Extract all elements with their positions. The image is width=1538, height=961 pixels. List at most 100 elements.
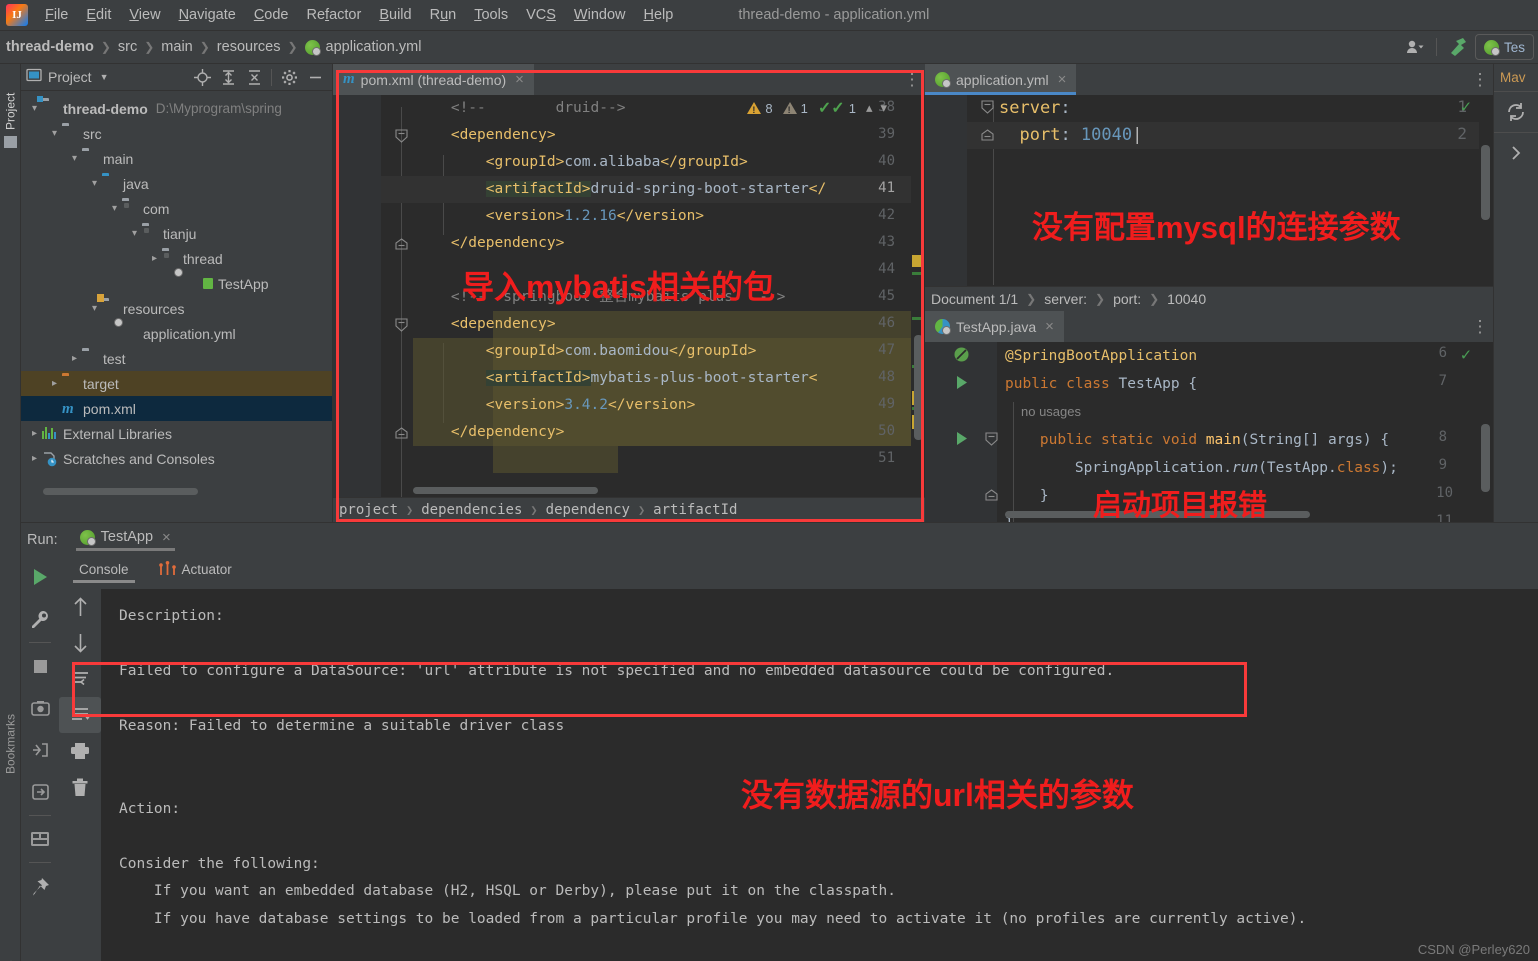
pom-crumb-dependencies[interactable]: dependencies: [421, 502, 522, 518]
menu-tools[interactable]: Tools: [465, 4, 517, 26]
thread-dump-icon[interactable]: [21, 729, 59, 771]
soft-wrap-icon[interactable]: [59, 661, 101, 697]
scroll-down-icon[interactable]: [59, 625, 101, 661]
menu-refactor[interactable]: Refactor: [298, 4, 371, 26]
chevron-down-icon[interactable]: ▾: [127, 228, 142, 239]
tree-node-java[interactable]: ▾ java: [21, 171, 332, 196]
locate-target-icon[interactable]: [190, 66, 214, 88]
chevron-down-icon[interactable]: ▾: [67, 153, 82, 164]
tree-node-external-libraries[interactable]: ▸ External Libraries: [21, 421, 332, 446]
rerun-icon[interactable]: [21, 556, 59, 598]
menu-help[interactable]: Help: [634, 4, 682, 26]
tree-node-com[interactable]: ▾ com: [21, 196, 332, 221]
chevron-right-icon[interactable]: ▸: [27, 453, 42, 464]
tab-pom-xml[interactable]: m pom.xml (thread-demo) ×: [333, 64, 534, 95]
scroll-to-end-icon[interactable]: [59, 697, 101, 733]
collapse-all-icon[interactable]: [242, 66, 266, 88]
tab-console[interactable]: Console: [73, 562, 135, 583]
tree-node-thread-demo[interactable]: ▾ thread-demo D:\Myprogram\spring: [21, 95, 332, 121]
yml-crumb-document[interactable]: Document 1/1: [931, 291, 1018, 307]
tree-node-tianju[interactable]: ▾ tianju: [21, 221, 332, 246]
java-vertical-scrollbar-thumb[interactable]: [1481, 424, 1490, 492]
pom-crumb-project[interactable]: project: [339, 502, 398, 518]
menu-run[interactable]: Run: [421, 4, 466, 26]
tree-node-scratches-and-consoles[interactable]: ▸ Scratches and Consoles: [21, 446, 332, 471]
spring-bean-gutter-icon[interactable]: [953, 346, 970, 367]
gear-icon[interactable]: [277, 66, 301, 88]
attach-debugger-icon[interactable]: [21, 771, 59, 813]
layout-settings-icon[interactable]: [21, 818, 59, 860]
menu-build[interactable]: Build: [370, 4, 420, 26]
chevron-right-icon[interactable]: ▸: [27, 428, 42, 439]
maven-tool-window-label[interactable]: Mav: [1494, 64, 1538, 85]
chevron-right-icon[interactable]: ▸: [67, 353, 82, 364]
editor-options-icon[interactable]: [1467, 311, 1493, 342]
menu-window[interactable]: Window: [565, 4, 635, 26]
tree-node-src[interactable]: ▾ src: [21, 121, 332, 146]
close-icon[interactable]: ×: [1045, 318, 1054, 335]
yml-vertical-scrollbar-thumb[interactable]: [1481, 145, 1490, 220]
tree-node-resources[interactable]: ▾ resources: [21, 293, 332, 321]
breadcrumb-thread-demo[interactable]: thread-demo: [6, 39, 94, 55]
inspection-widget[interactable]: 8 1 ✓✓ 1 ▴ ▾: [747, 98, 889, 118]
breadcrumb-resources[interactable]: resources: [217, 39, 281, 55]
camera-snapshot-icon[interactable]: [21, 687, 59, 729]
pom-vertical-scrollbar-thumb[interactable]: [914, 335, 923, 440]
menu-code[interactable]: Code: [245, 4, 298, 26]
chevron-right-icon[interactable]: ▸: [47, 378, 62, 389]
project-tree-horizontal-scrollbar[interactable]: [43, 488, 198, 495]
refresh-icon[interactable]: [1494, 92, 1538, 132]
chevron-down-icon[interactable]: ▾: [87, 303, 102, 314]
tool-window-project[interactable]: Project: [0, 64, 21, 130]
tree-node-pom-xml[interactable]: m pom.xml: [21, 396, 332, 421]
run-method-gutter-icon[interactable]: [955, 431, 969, 450]
tool-window-bookmarks[interactable]: Bookmarks: [0, 674, 21, 774]
close-icon[interactable]: ×: [515, 71, 524, 88]
breadcrumb-src[interactable]: src: [118, 39, 137, 55]
pom-crumb-dependency[interactable]: dependency: [546, 502, 630, 518]
yml-code-area[interactable]: server: port: 10040| 1 2 ✓: [925, 95, 1493, 286]
menu-navigate[interactable]: Navigate: [170, 4, 245, 26]
menu-file[interactable]: File: [36, 4, 77, 26]
clear-all-trash-icon[interactable]: [59, 769, 101, 805]
run-class-gutter-icon[interactable]: [955, 375, 969, 394]
inspection-ok-icon[interactable]: ✓: [1461, 345, 1471, 365]
menu-vcs[interactable]: VCS: [517, 4, 565, 26]
pom-crumb-artifactid[interactable]: artifactId: [653, 502, 737, 518]
chevron-down-icon[interactable]: ▾: [27, 103, 42, 114]
user-account-icon[interactable]: [1398, 33, 1432, 61]
scroll-up-icon[interactable]: [59, 589, 101, 625]
inspection-ok-icon[interactable]: ✓: [1461, 97, 1471, 117]
tree-node-testapp[interactable]: TestApp: [21, 271, 332, 296]
tree-node-target[interactable]: ▸ target: [21, 371, 332, 396]
editor-options-icon[interactable]: [899, 64, 925, 95]
menu-view[interactable]: View: [120, 4, 169, 26]
yml-crumb-value[interactable]: 10040: [1167, 291, 1206, 307]
pom-horizontal-scrollbar[interactable]: [413, 487, 598, 494]
breadcrumb-main[interactable]: main: [161, 39, 192, 55]
tool-window-structure[interactable]: Structure: [0, 919, 21, 961]
close-icon[interactable]: ×: [162, 529, 171, 546]
pom-marker-track[interactable]: [911, 95, 925, 522]
build-hammer-icon[interactable]: [1441, 33, 1475, 61]
stop-icon[interactable]: [21, 645, 59, 687]
breadcrumb-application-yml[interactable]: application.yml: [304, 39, 421, 56]
run-config-tab-testapp[interactable]: TestApp ×: [72, 529, 179, 551]
yml-crumb-port[interactable]: port:: [1113, 291, 1141, 307]
tab-actuator[interactable]: Actuator: [153, 560, 238, 585]
chevron-right-icon[interactable]: ▸: [147, 253, 162, 264]
menu-edit[interactable]: Edit: [77, 4, 120, 26]
chevron-down-icon[interactable]: ▼: [100, 72, 109, 82]
chevron-down-icon[interactable]: ▾: [47, 128, 62, 139]
chevron-down-icon[interactable]: ▾: [107, 203, 122, 214]
expand-chevron-right-icon[interactable]: [1494, 133, 1538, 173]
pin-tab-icon[interactable]: [21, 865, 59, 907]
tree-node-application-yml[interactable]: application.yml: [21, 321, 332, 346]
editor-options-icon[interactable]: [1467, 64, 1493, 95]
pom-code-area[interactable]: <!-- druid--> <dependency> <groupId>com.…: [333, 95, 925, 522]
tab-testapp-java[interactable]: TestApp.java ×: [925, 311, 1064, 342]
chevron-up-icon[interactable]: ▴: [864, 100, 875, 116]
print-icon[interactable]: [59, 733, 101, 769]
expand-all-icon[interactable]: [216, 66, 240, 88]
chevron-down-icon[interactable]: ▾: [878, 100, 889, 116]
